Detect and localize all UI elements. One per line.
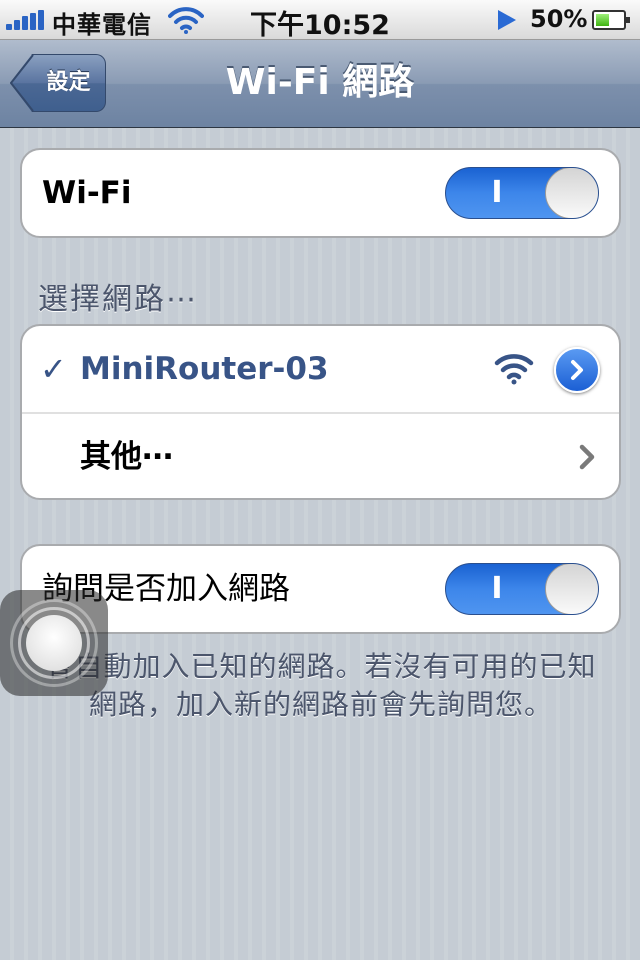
wifi-row: Wi-Fi I	[22, 150, 619, 236]
page-title: Wi-Fi 網路	[225, 62, 415, 103]
battery-percent: 50%	[530, 5, 588, 33]
choose-network-header: 選擇網路⋯	[38, 282, 198, 317]
toggle-knob[interactable]	[545, 564, 598, 614]
other-network-label: 其他⋯	[80, 439, 173, 475]
chevron-right-icon	[579, 444, 595, 470]
ask-to-join-toggle[interactable]: I	[445, 563, 599, 615]
back-arrow-outline	[10, 54, 34, 112]
detail-disclosure-button[interactable]	[554, 347, 600, 393]
checkmark-icon: ✓	[40, 350, 67, 388]
wifi-toggle[interactable]: I	[445, 167, 599, 219]
assistive-touch-core	[26, 615, 82, 671]
ask-to-join-group: 詢問是否加入網路 I	[20, 544, 621, 634]
battery-icon	[592, 10, 630, 30]
ask-to-join-row: 詢問是否加入網路 I	[22, 546, 619, 632]
wifi-label: Wi-Fi	[42, 175, 132, 211]
network-row-other[interactable]: 其他⋯	[22, 412, 619, 498]
network-name: MiniRouter-03	[80, 351, 329, 387]
status-bar: 中華電信 下午10:52 50%	[0, 0, 640, 41]
ask-toggle-on-label: I	[491, 571, 503, 606]
wifi-strength-icon	[494, 354, 534, 385]
chevron-right-icon	[571, 360, 583, 380]
network-list: ✓ MiniRouter-03 其他⋯	[20, 324, 621, 500]
location-icon	[498, 10, 516, 30]
ask-to-join-description: 會自動加入已知的網路。若沒有可用的已知網路，加入新的網路前會先詢問您。	[45, 650, 597, 721]
battery-fill	[596, 14, 609, 26]
wifi-group: Wi-Fi I	[20, 148, 621, 238]
toggle-knob[interactable]	[545, 168, 598, 218]
network-row-minirouter[interactable]: ✓ MiniRouter-03	[22, 326, 619, 412]
wifi-toggle-on-label: I	[491, 175, 503, 210]
assistive-touch-button[interactable]	[0, 590, 108, 696]
navigation-bar: 設定 Wi-Fi 網路	[0, 40, 640, 128]
